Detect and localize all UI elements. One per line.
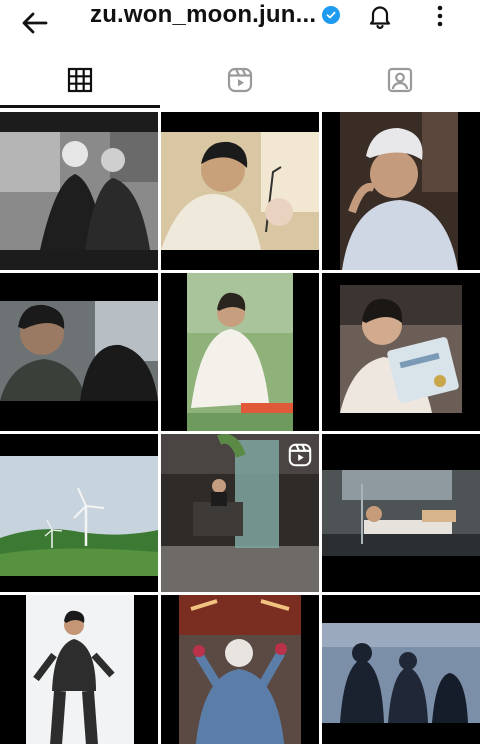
post-thumbnail[interactable] [0,434,158,592]
post-thumbnail[interactable] [161,434,319,592]
post-thumbnail[interactable] [322,273,480,431]
grid-icon [67,67,93,93]
bell-icon [369,6,391,29]
top-bar: zu.won_moon.jun... [0,0,480,48]
tab-tagged[interactable] [320,52,480,108]
post-thumbnail[interactable] [0,273,158,431]
post-thumbnail[interactable] [0,595,158,744]
post-thumbnail[interactable] [0,112,158,270]
post-thumbnail[interactable] [161,273,319,431]
post-thumbnail[interactable] [161,595,319,744]
tagged-user-icon [387,67,413,93]
tab-reels[interactable] [160,52,320,108]
profile-tabs [0,52,480,108]
more-options-button[interactable] [426,0,454,32]
post-thumbnail[interactable] [322,595,480,744]
username: zu.won_moon.jun... [90,1,317,28]
reel-badge-icon [288,443,312,467]
verified-badge-icon [322,6,341,24]
more-vertical-icon [437,5,443,27]
profile-title: zu.won_moon.jun... [90,0,341,30]
post-thumbnail[interactable] [161,112,319,270]
posts-grid [0,112,480,744]
reels-icon [227,67,253,93]
arrow-left-icon [22,12,48,34]
notifications-button[interactable] [364,0,396,32]
post-thumbnail[interactable] [322,112,480,270]
tab-posts[interactable] [0,52,160,108]
post-thumbnail[interactable] [322,434,480,592]
back-button[interactable] [18,6,52,40]
